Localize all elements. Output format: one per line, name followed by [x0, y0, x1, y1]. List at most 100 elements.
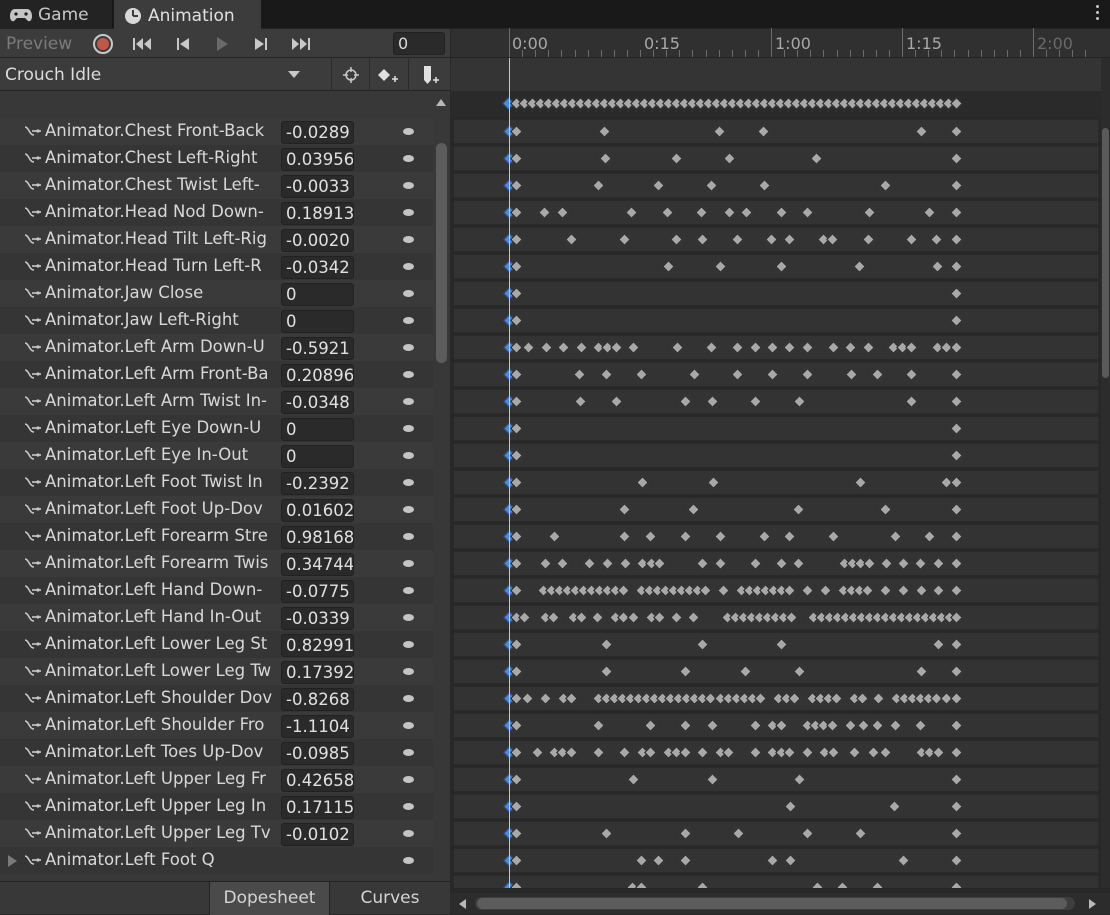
keyframe-diamond[interactable]: [749, 746, 762, 759]
scrollbar-thumb[interactable]: [436, 143, 447, 363]
property-options-icon[interactable]: [403, 263, 414, 270]
keyframe-diamond[interactable]: [556, 557, 569, 570]
keyframe-diamond[interactable]: [819, 584, 832, 597]
property-row[interactable]: Animator.Left Foot Q: [0, 847, 433, 874]
property-options-icon[interactable]: [403, 587, 414, 594]
keyframe-row[interactable]: [453, 740, 1099, 765]
keyframe-diamond[interactable]: [826, 719, 839, 732]
keyframe-diamond[interactable]: [950, 152, 963, 165]
property-options-icon[interactable]: [403, 830, 414, 837]
keyframe-diamond[interactable]: [801, 746, 814, 759]
keyframe-diamond[interactable]: [723, 152, 736, 165]
property-row[interactable]: Animator.Left Lower Leg Tw 0.17392: [0, 658, 433, 685]
property-value-field[interactable]: -0.0339: [281, 607, 354, 630]
property-row[interactable]: Animator.Left Foot Up-Dov 0.01602: [0, 496, 433, 523]
property-options-icon[interactable]: [403, 452, 414, 459]
keyframe-diamond[interactable]: [707, 476, 720, 489]
keyframe-diamond[interactable]: [635, 881, 648, 888]
keyframe-row[interactable]: [453, 227, 1099, 252]
keyframe-diamond[interactable]: [872, 692, 885, 705]
property-row[interactable]: Animator.Left Arm Front-Ba 0.20896: [0, 361, 433, 388]
property-row[interactable]: Animator.Left Hand In-Out -0.0339: [0, 604, 433, 631]
keyframe-diamond[interactable]: [617, 584, 630, 597]
property-options-icon[interactable]: [403, 803, 414, 810]
property-row[interactable]: Animator.Left Forearm Stre 0.98168: [0, 523, 433, 550]
property-options-icon[interactable]: [403, 128, 414, 135]
property-row[interactable]: Animator.Left Upper Leg Fr 0.42658: [0, 766, 433, 793]
property-value-field[interactable]: -0.0033: [281, 175, 354, 198]
keyframe-diamond[interactable]: [783, 746, 796, 759]
keyframe-diamond[interactable]: [950, 692, 963, 705]
keyframe-diamond[interactable]: [801, 584, 814, 597]
keyframe-diamond[interactable]: [574, 395, 587, 408]
keyframe-diamond[interactable]: [879, 584, 892, 597]
property-value-field[interactable]: 0.03956: [281, 148, 354, 171]
property-options-icon[interactable]: [403, 776, 414, 783]
property-value-field[interactable]: -0.0020: [281, 229, 354, 252]
keyframe-diamond[interactable]: [889, 530, 902, 543]
keyframe-diamond[interactable]: [625, 206, 638, 219]
keyframe-diamond[interactable]: [731, 233, 744, 246]
keyframe-row[interactable]: [453, 848, 1099, 873]
keyframe-diamond[interactable]: [696, 557, 709, 570]
curves-tab[interactable]: Curves: [330, 882, 450, 915]
keyframe-diamond[interactable]: [785, 611, 798, 624]
keyframe-diamond[interactable]: [696, 746, 709, 759]
property-value-field[interactable]: 0.98168: [281, 526, 354, 549]
keyframe-diamond[interactable]: [932, 584, 945, 597]
keyframe-diamond[interactable]: [950, 854, 963, 867]
keyframe-diamond[interactable]: [644, 530, 657, 543]
keyframe-diamond[interactable]: [950, 503, 963, 516]
scroll-left-icon[interactable]: [459, 899, 466, 909]
keyframe-row[interactable]: [453, 524, 1099, 549]
clip-dropdown[interactable]: Crouch Idle: [0, 58, 308, 91]
property-value-field[interactable]: 0.01602: [281, 499, 354, 522]
keyframe-diamond[interactable]: [600, 827, 613, 840]
keyframe-row[interactable]: [453, 146, 1099, 171]
property-row[interactable]: Animator.Left Lower Leg St 0.82991: [0, 631, 433, 658]
keyframe-diamond[interactable]: [653, 611, 666, 624]
keyframe-diamond[interactable]: [862, 233, 875, 246]
keyframe-diamond[interactable]: [670, 611, 683, 624]
keyframe-diamond[interactable]: [518, 611, 531, 624]
keyframe-diamond[interactable]: [749, 557, 762, 570]
keyframe-diamond[interactable]: [618, 233, 631, 246]
keyframe-diamond[interactable]: [950, 530, 963, 543]
keyframe-diamond[interactable]: [897, 854, 910, 867]
frame-input[interactable]: 0: [393, 32, 445, 55]
property-row[interactable]: Animator.Left Upper Leg Tv -0.0102: [0, 820, 433, 847]
property-value-field[interactable]: 0: [281, 445, 354, 468]
keyframe-row[interactable]: [453, 632, 1099, 657]
tab-game[interactable]: Game: [0, 0, 112, 29]
keyframe-diamond[interactable]: [592, 719, 605, 732]
keyframe-diamond[interactable]: [915, 584, 928, 597]
keyframe-diamond[interactable]: [653, 557, 666, 570]
keyframe-row[interactable]: [453, 119, 1099, 144]
keyframe-diamond[interactable]: [827, 341, 840, 354]
property-row[interactable]: Animator.Head Turn Left-R -0.0342: [0, 253, 433, 280]
property-options-icon[interactable]: [403, 344, 414, 351]
window-menu-icon[interactable]: [1096, 5, 1100, 23]
keyframe-diamond[interactable]: [784, 854, 797, 867]
scrollbar-thumb[interactable]: [1102, 128, 1109, 378]
keyframe-row[interactable]: [453, 767, 1099, 792]
property-value-field[interactable]: 0: [281, 310, 354, 333]
property-value-field[interactable]: -0.8268: [281, 688, 354, 711]
keyframe-diamond[interactable]: [950, 638, 963, 651]
keyframe-diamond[interactable]: [717, 584, 730, 597]
keyframe-row[interactable]: [453, 362, 1099, 387]
keyframe-diamond[interactable]: [699, 584, 712, 597]
keyframe-diamond[interactable]: [679, 719, 692, 732]
keyframe-diamond[interactable]: [950, 719, 963, 732]
keyframe-diamond[interactable]: [557, 341, 570, 354]
keyframe-diamond[interactable]: [618, 530, 631, 543]
keyframe-diamond[interactable]: [848, 746, 861, 759]
property-row[interactable]: Animator.Left Foot Twist In -0.2392: [0, 469, 433, 496]
keyframe-diamond[interactable]: [600, 665, 613, 678]
keyframe-diamond[interactable]: [670, 152, 683, 165]
keyframe-diamond[interactable]: [754, 692, 767, 705]
keyframe-diamond[interactable]: [950, 368, 963, 381]
keyframe-diamond[interactable]: [861, 584, 874, 597]
keyframe-diamond[interactable]: [758, 530, 771, 543]
keyframe-row[interactable]: [453, 443, 1099, 468]
